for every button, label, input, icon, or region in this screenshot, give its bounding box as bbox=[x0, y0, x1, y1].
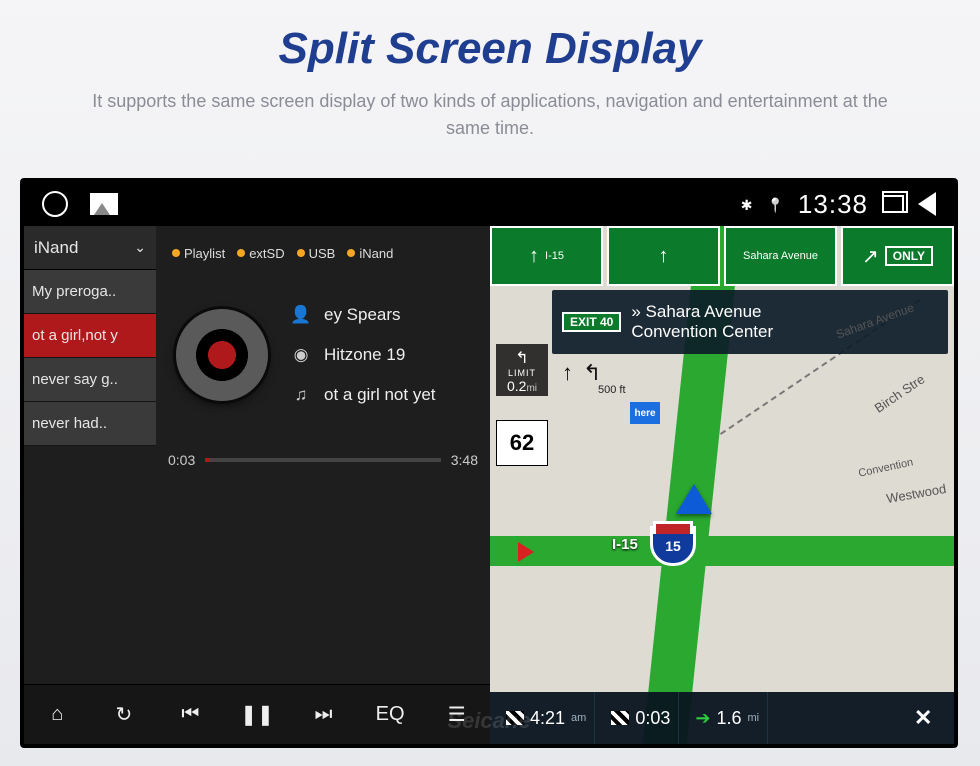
source-tab-label: iNand bbox=[359, 246, 393, 261]
flag-icon bbox=[506, 711, 524, 725]
location-icon bbox=[766, 194, 783, 215]
back-icon[interactable] bbox=[918, 192, 936, 216]
street-label: Sahara Avenue bbox=[743, 250, 818, 262]
maneuver-unit: mi bbox=[526, 383, 537, 394]
dot-icon bbox=[297, 249, 305, 257]
exit-dest-line2: Convention Center bbox=[631, 322, 773, 342]
source-tab-usb[interactable]: USB bbox=[293, 246, 340, 261]
album-name: Hitzone 19 bbox=[324, 345, 405, 365]
next-button[interactable]: ⏭ bbox=[296, 703, 352, 726]
trip-distance-unit: mi bbox=[748, 712, 760, 724]
vehicle-cursor-icon bbox=[676, 484, 712, 514]
flag-icon bbox=[611, 711, 629, 725]
lane-sign: ↑ I-15 bbox=[490, 226, 603, 286]
exit-badge: EXIT 40 bbox=[562, 312, 621, 332]
artist-icon: 👤 bbox=[290, 304, 312, 326]
dot-icon bbox=[172, 249, 180, 257]
limit-label: LIMIT bbox=[496, 368, 548, 378]
lane-arrow-icon: ↑ bbox=[562, 360, 573, 386]
source-selected-label: iNand bbox=[34, 238, 78, 258]
only-badge: ONLY bbox=[885, 246, 933, 266]
source-tab-extsd[interactable]: extSD bbox=[233, 246, 288, 261]
maneuver-distance: 0.2 bbox=[507, 378, 526, 394]
highway-shield-label: I-15 bbox=[612, 536, 638, 553]
song-icon: ♫ bbox=[290, 384, 312, 406]
lane-sign: Sahara Avenue bbox=[724, 226, 837, 286]
red-marker-icon bbox=[518, 542, 534, 562]
dot-icon bbox=[237, 249, 245, 257]
clock: 13:38 bbox=[798, 189, 868, 220]
highway-label: I-15 bbox=[545, 250, 564, 262]
maneuver-box: ↰ LIMIT 0.2mi bbox=[496, 344, 548, 396]
track-item[interactable]: ot a girl,not y bbox=[24, 314, 156, 358]
pause-button[interactable]: ❚❚ bbox=[229, 702, 285, 727]
source-tab-label: USB bbox=[309, 246, 336, 261]
source-dropdown[interactable]: iNand ⌄ bbox=[24, 226, 156, 270]
lane-sign-only: ↗ ONLY bbox=[841, 226, 954, 286]
lane-arrow-icon: ↰ bbox=[583, 360, 601, 386]
circle-icon[interactable] bbox=[42, 191, 68, 217]
artist-name: ey Spears bbox=[324, 305, 401, 325]
time-elapsed: 0:03 bbox=[168, 452, 195, 468]
album-icon: ◉ bbox=[290, 344, 312, 366]
route-arrow-icon: ➔ bbox=[695, 708, 710, 729]
distance-marker: 500 ft bbox=[598, 384, 626, 396]
progress-slider[interactable] bbox=[205, 458, 441, 462]
lane-signs: ↑ I-15 ↑ Sahara Avenue ↗ ONLY bbox=[490, 226, 954, 286]
highway-shield-icon: 15 bbox=[650, 526, 696, 566]
here-logo: here bbox=[630, 402, 660, 424]
close-button[interactable]: ✕ bbox=[906, 692, 946, 744]
merge-arrow-icon: ↗ bbox=[862, 244, 879, 269]
eq-button[interactable]: EQ bbox=[362, 703, 418, 726]
nav-bottom-bar: 4:21 am 0:03 ➔ 1.6 mi ✕ bbox=[490, 692, 954, 744]
prev-button[interactable]: ⏮ bbox=[162, 703, 218, 726]
arrival-time-cell[interactable]: 4:21 am bbox=[498, 692, 595, 744]
bluetooth-icon bbox=[741, 194, 753, 215]
source-tabs: Playlist extSD USB iNand bbox=[168, 236, 478, 270]
speed-indicator: 62 bbox=[496, 420, 548, 466]
page-subtitle: It supports the same screen display of t… bbox=[0, 88, 980, 142]
source-tab-label: extSD bbox=[249, 246, 284, 261]
gallery-icon[interactable] bbox=[90, 193, 118, 215]
device-frame: 13:38 iNand ⌄ My preroga.. ot a girl,not… bbox=[20, 178, 958, 748]
up-arrow-icon: ↑ bbox=[659, 245, 669, 268]
song-name: ot a girl not yet bbox=[324, 385, 436, 405]
repeat-button[interactable]: ↻ bbox=[96, 702, 152, 727]
status-bar: 13:38 bbox=[24, 182, 954, 226]
chevron-down-icon: ⌄ bbox=[134, 239, 146, 256]
track-item[interactable]: never say g.. bbox=[24, 358, 156, 402]
arrival-ampm: am bbox=[571, 712, 586, 724]
exit-dest-line1: » Sahara Avenue bbox=[631, 302, 773, 322]
trip-distance-cell[interactable]: ➔ 1.6 mi bbox=[687, 692, 768, 744]
arrival-time: 4:21 bbox=[530, 708, 565, 729]
source-tab-inand[interactable]: iNand bbox=[343, 246, 397, 261]
album-art-disc bbox=[176, 309, 268, 401]
navigation-pane: ↑ I-15 ↑ Sahara Avenue ↗ ONLY EXIT 40 » Sa… bbox=[490, 226, 954, 744]
home-button[interactable]: ⌂ bbox=[29, 703, 85, 726]
trip-distance: 1.6 bbox=[716, 708, 741, 729]
music-player-pane: iNand ⌄ My preroga.. ot a girl,not y nev… bbox=[24, 226, 490, 744]
dot-icon bbox=[347, 249, 355, 257]
source-tab-label: Playlist bbox=[184, 246, 225, 261]
list-button[interactable]: ☰ bbox=[429, 702, 485, 727]
map-road bbox=[490, 536, 954, 566]
page-title: Split Screen Display bbox=[0, 0, 980, 74]
lane-sign: ↑ bbox=[607, 226, 720, 286]
recent-apps-icon[interactable] bbox=[882, 195, 904, 213]
track-item[interactable]: My preroga.. bbox=[24, 270, 156, 314]
trip-time-cell[interactable]: 0:03 bbox=[603, 692, 679, 744]
trip-elapsed: 0:03 bbox=[635, 708, 670, 729]
lane-guidance: ↑ ↰ bbox=[562, 360, 601, 386]
up-arrow-icon: ↑ bbox=[529, 245, 539, 268]
player-controls: ⌂ ↻ ⏮ ❚❚ ⏭ EQ ☰ bbox=[24, 684, 490, 744]
playlist-column: iNand ⌄ My preroga.. ot a girl,not y nev… bbox=[24, 226, 156, 744]
source-tab-playlist[interactable]: Playlist bbox=[168, 246, 229, 261]
time-duration: 3:48 bbox=[451, 452, 478, 468]
track-item[interactable]: never had.. bbox=[24, 402, 156, 446]
turn-arrow-icon: ↰ bbox=[496, 348, 548, 368]
